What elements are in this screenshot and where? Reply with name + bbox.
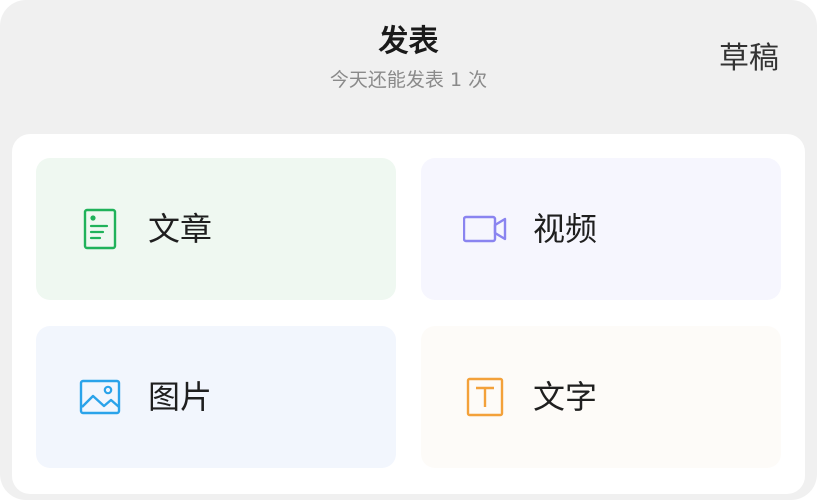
image-label: 图片	[148, 378, 213, 416]
remaining-posts-hint: 今天还能发表 1 次	[329, 69, 488, 91]
publish-sheet: 发表 今天还能发表 1 次 草稿 文章 视频 图片 文字	[0, 0, 817, 500]
sheet-title: 发表	[378, 24, 439, 59]
publish-article-option[interactable]: 文章	[36, 158, 396, 300]
publish-image-option[interactable]: 图片	[36, 326, 396, 468]
document-icon	[78, 208, 122, 250]
publish-video-option[interactable]: 视频	[421, 158, 781, 300]
video-camera-icon	[462, 208, 507, 250]
publish-options-panel: 文章 视频 图片 文字	[12, 134, 805, 494]
text-icon	[463, 376, 507, 418]
image-icon	[78, 376, 122, 418]
video-label: 视频	[533, 210, 598, 248]
text-label: 文字	[533, 378, 598, 416]
drafts-button[interactable]: 草稿	[719, 40, 779, 78]
sheet-header: 发表 今天还能发表 1 次 草稿	[0, 0, 817, 134]
publish-text-option[interactable]: 文字	[421, 326, 781, 468]
article-label: 文章	[148, 210, 213, 248]
